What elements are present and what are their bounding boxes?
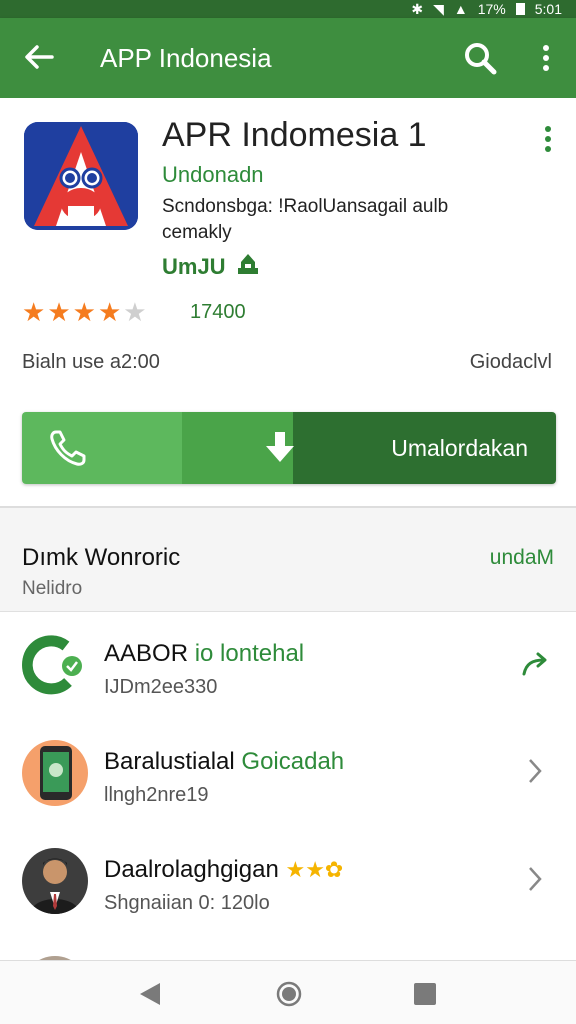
battery-level: 17% <box>477 1 506 17</box>
install-left-segment <box>22 412 182 484</box>
nav-back-icon[interactable] <box>138 981 162 1007</box>
app-icon[interactable] <box>24 122 138 230</box>
list-item[interactable]: Daalrolaghgigan ★★✿ Shgnaiian 0: 120lo <box>0 828 576 936</box>
overflow-menu-icon[interactable] <box>532 40 560 76</box>
wifi-icon: ◥ <box>433 0 444 17</box>
chevron-right-icon[interactable] <box>520 862 550 896</box>
meta-info-left: Bialn use a2:00 <box>22 351 160 373</box>
section-title: Dımk Wonroric <box>22 544 181 571</box>
status-bar: ✱ ◥ ▲ 17% 5:01 <box>0 0 576 18</box>
install-button[interactable]: Umalordakan <box>22 412 556 484</box>
search-icon[interactable] <box>462 40 498 76</box>
item-rating-stars: ★★✿ <box>285 857 344 882</box>
signal-icon: ▲ <box>453 1 468 17</box>
app-description: Scndonsbga: !RaolUansagail aulb cemakly <box>162 196 449 243</box>
list-item[interactable]: Baralustialal Goicadah llngh2nre19 <box>0 720 576 828</box>
bluetooth-icon: ✱ <box>411 0 424 17</box>
section-header: Dımk Wonroric Nelidro undaM <box>0 508 576 612</box>
nav-recents-icon[interactable] <box>414 983 436 1005</box>
rating-count: 17400 <box>190 301 246 323</box>
star-filled-icon: ★ <box>72 297 96 327</box>
back-arrow-icon[interactable] <box>22 40 56 74</box>
battery-icon <box>515 3 525 15</box>
section-more-link[interactable]: undaM <box>490 546 554 570</box>
item-subtitle: llngh2nre19 <box>104 784 209 806</box>
item-logo <box>22 632 88 698</box>
award-icon <box>236 252 260 281</box>
star-filled-icon: ★ <box>47 297 71 327</box>
star-empty-icon: ★ <box>123 297 147 327</box>
clock: 5:01 <box>534 1 562 17</box>
phone-icon <box>48 428 88 473</box>
developer-link[interactable]: Undonadn <box>162 162 264 188</box>
section-subtitle: Nelidro <box>22 578 83 599</box>
nav-home-icon[interactable] <box>276 981 302 1007</box>
app-bar-title: APP Indonesia <box>100 43 272 73</box>
item-title: Daalrolaghgigan ★★✿ <box>104 856 344 883</box>
item-title: AABOR io lontehal <box>104 640 305 667</box>
chevron-right-icon[interactable] <box>520 754 550 788</box>
system-nav-bar <box>0 960 576 1024</box>
item-title: Baralustialal Goicadah <box>104 748 345 775</box>
item-avatar <box>22 848 88 914</box>
download-icon <box>264 430 296 471</box>
related-list: AABOR io lontehal IJDm2ee330 Baralustial… <box>0 612 576 960</box>
app-detail-card: APR Indomesia 1 Undonadn Scndonsbga: !Ra… <box>0 98 576 508</box>
star-filled-icon: ★ <box>22 297 46 327</box>
meta-info-right: Giodaclvl <box>469 351 552 373</box>
list-item[interactable]: AABOR io lontehal IJDm2ee330 <box>0 612 576 720</box>
app-overflow-icon[interactable] <box>538 124 558 154</box>
app-title: APR Indomesia 1 <box>162 116 427 154</box>
share-arrow-icon[interactable] <box>520 646 550 680</box>
item-subtitle: IJDm2ee330 <box>104 676 218 698</box>
install-label: Umalordakan <box>293 412 556 484</box>
badge-row: UmJU <box>162 252 260 281</box>
install-middle-segment <box>182 412 296 484</box>
badge-label: UmJU <box>162 253 226 279</box>
item-subtitle: Shgnaiian 0: 120lo <box>104 892 270 914</box>
list-item-partial[interactable] <box>0 936 576 960</box>
rating-stars: ★ ★ ★ ★ ★ <box>22 298 147 326</box>
item-avatar <box>22 740 88 806</box>
star-filled-icon: ★ <box>97 297 122 327</box>
app-bar: APP Indonesia <box>0 18 576 98</box>
